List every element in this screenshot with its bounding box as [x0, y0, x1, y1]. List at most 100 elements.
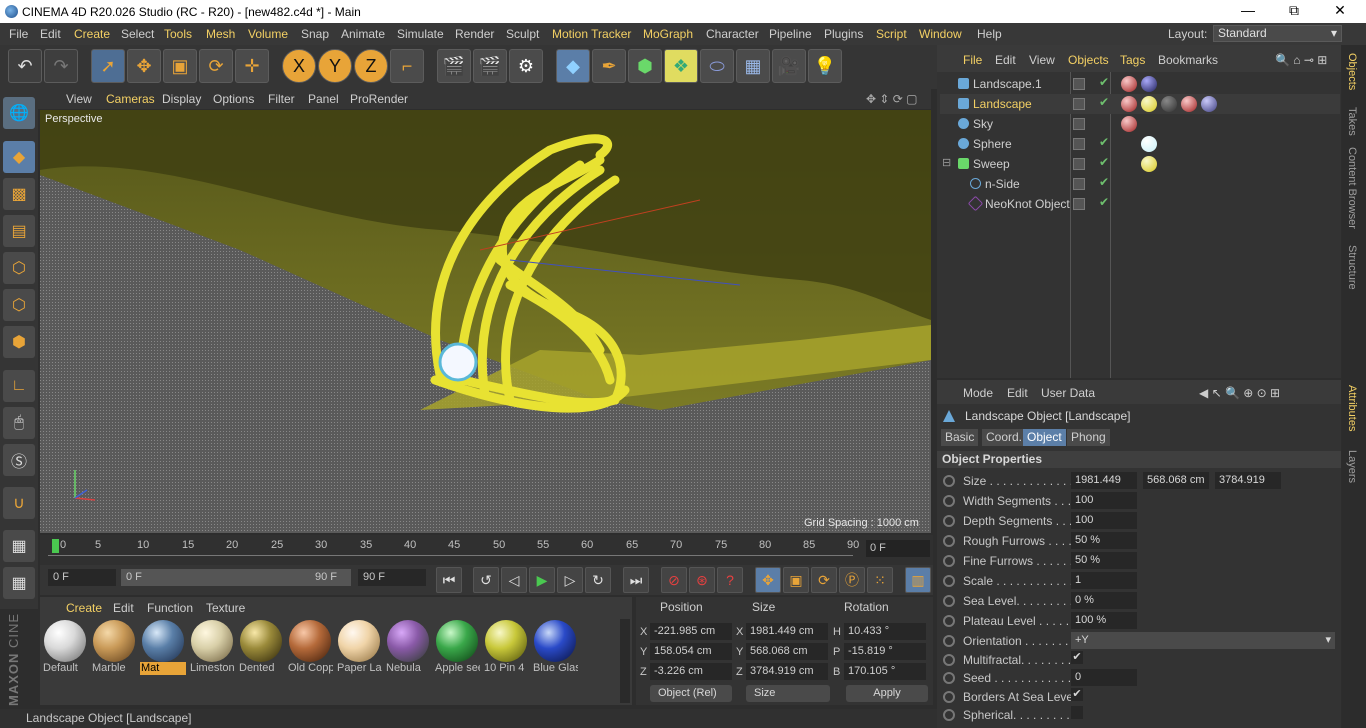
- animation-radio-icon[interactable]: [943, 615, 955, 627]
- object-row-landscape-1[interactable]: Landscape.1 ✔: [940, 74, 1340, 94]
- position-y-field[interactable]: 158.054 cm: [650, 643, 732, 660]
- next-frame-icon[interactable]: ▷: [557, 567, 583, 593]
- edges-mode-icon[interactable]: ⬡: [3, 289, 35, 321]
- position-x-field[interactable]: -221.985 cm: [650, 623, 732, 640]
- tab-coord[interactable]: Coord.: [982, 429, 1027, 446]
- size-x-field[interactable]: 1981.449 cm: [746, 623, 828, 640]
- enabled-check-icon[interactable]: ✔: [1099, 135, 1109, 149]
- orientation-dropdown[interactable]: +Y ▾: [1071, 632, 1335, 649]
- size-y-field[interactable]: 568.068 cm: [746, 643, 828, 660]
- coordinate-mode-dropdown[interactable]: Object (Rel): [650, 685, 732, 702]
- menu-simulate[interactable]: Simulate: [397, 27, 444, 41]
- snap-icon[interactable]: Ⓢ: [3, 444, 35, 476]
- menu-pipeline[interactable]: Pipeline: [769, 27, 812, 41]
- material-menu-create[interactable]: Create: [66, 601, 102, 615]
- pen-icon[interactable]: ✒: [592, 49, 626, 83]
- material-swatch[interactable]: Mat: [140, 620, 186, 680]
- animation-radio-icon[interactable]: [943, 691, 955, 703]
- rotation-h-field[interactable]: 10.433 °: [844, 623, 926, 640]
- render-view-icon[interactable]: 🎬: [437, 49, 471, 83]
- menu-help[interactable]: Help: [977, 27, 1002, 41]
- material-tag-icon[interactable]: [1201, 96, 1217, 112]
- array-icon[interactable]: ❖: [664, 49, 698, 83]
- key-scale-icon[interactable]: ▣: [783, 567, 809, 593]
- object-row-sweep[interactable]: ⊟ Sweep ✔: [940, 154, 1340, 174]
- light-icon[interactable]: 💡: [808, 49, 842, 83]
- polygons-mode-icon[interactable]: ⬢: [3, 326, 35, 358]
- cube-icon[interactable]: ◆: [556, 49, 590, 83]
- workplane-lock-icon[interactable]: ▦: [3, 530, 35, 562]
- size-mode-dropdown[interactable]: Size: [746, 685, 830, 702]
- menu-animate[interactable]: Animate: [341, 27, 385, 41]
- timeline-window-icon[interactable]: ▥: [905, 567, 931, 593]
- menu-snap[interactable]: Snap: [301, 27, 329, 41]
- material-swatch[interactable]: Marble: [91, 620, 137, 680]
- animation-radio-icon[interactable]: [943, 672, 955, 684]
- attribute-menu-user-data[interactable]: User Data: [1041, 386, 1095, 400]
- layer-flag-icon[interactable]: [1073, 78, 1085, 90]
- material-tag-icon[interactable]: [1121, 76, 1137, 92]
- previous-key-icon[interactable]: ↺: [473, 567, 499, 593]
- y-axis-icon[interactable]: Y: [318, 49, 352, 83]
- frame-range-slider[interactable]: 0 F 90 F: [121, 569, 351, 586]
- menu-motion-tracker[interactable]: Motion Tracker: [552, 27, 631, 41]
- menu-tools[interactable]: Tools: [164, 27, 192, 41]
- keyframe-selection-icon[interactable]: ?: [717, 567, 743, 593]
- next-key-icon[interactable]: ↻: [585, 567, 611, 593]
- material-menu-texture[interactable]: Texture: [206, 601, 245, 615]
- scale-input[interactable]: 1: [1071, 572, 1137, 589]
- rough-furrows-input[interactable]: 50 %: [1071, 532, 1137, 549]
- floor-icon[interactable]: ▦: [736, 49, 770, 83]
- attribute-menu-edit[interactable]: Edit: [1007, 386, 1028, 400]
- play-icon[interactable]: ▶: [529, 567, 555, 593]
- material-tag-icon[interactable]: [1181, 96, 1197, 112]
- animation-radio-icon[interactable]: [943, 495, 955, 507]
- scale-icon[interactable]: ▣: [163, 49, 197, 83]
- viewport-menu-cameras[interactable]: Cameras: [106, 92, 155, 106]
- side-tab-objects[interactable]: Objects: [1346, 53, 1358, 90]
- side-tab-attributes[interactable]: Attributes: [1346, 385, 1358, 431]
- viewport-nav-icons[interactable]: ✥ ⇕ ⟳ ▢: [866, 92, 918, 106]
- camera-icon[interactable]: 🎥: [772, 49, 806, 83]
- end-frame-field[interactable]: 90 F: [358, 569, 426, 586]
- viewport-menu-panel[interactable]: Panel: [308, 92, 339, 106]
- material-swatch[interactable]: 10 Pin 4: [483, 620, 529, 680]
- sea-level-input[interactable]: 0 %: [1071, 592, 1137, 609]
- menu-create[interactable]: Create: [74, 27, 110, 41]
- material-swatch[interactable]: Paper Lamp: [336, 620, 382, 680]
- material-swatch[interactable]: Limestone: [189, 620, 235, 680]
- material-swatch[interactable]: Blue Glass: [532, 620, 578, 680]
- layer-flag-icon[interactable]: [1073, 138, 1085, 150]
- menu-mograph[interactable]: MoGraph: [643, 27, 693, 41]
- animation-radio-icon[interactable]: [943, 515, 955, 527]
- spherical-checkbox[interactable]: [1071, 706, 1083, 719]
- current-frame-field[interactable]: 0 F: [866, 540, 930, 557]
- points-mode-icon[interactable]: ⬡: [3, 252, 35, 284]
- key-position-icon[interactable]: ✥: [755, 567, 781, 593]
- size-x-input[interactable]: 1981.449: [1071, 472, 1137, 489]
- menu-select[interactable]: Select: [121, 27, 154, 41]
- object-menu-edit[interactable]: Edit: [995, 53, 1016, 67]
- side-tab-content-browser[interactable]: Content Browser: [1346, 147, 1358, 229]
- make-editable-icon[interactable]: 🌐: [3, 97, 35, 129]
- material-swatch[interactable]: Nebula: [385, 620, 431, 680]
- layer-flag-icon[interactable]: [1073, 98, 1085, 110]
- restore-button[interactable]: ⧉: [1274, 2, 1314, 20]
- material-tag-icon[interactable]: [1141, 96, 1157, 112]
- animation-radio-icon[interactable]: [943, 595, 955, 607]
- rotation-b-field[interactable]: 170.105 °: [844, 663, 926, 680]
- side-tab-layers[interactable]: Layers: [1346, 450, 1358, 483]
- enabled-check-icon[interactable]: ✔: [1099, 175, 1109, 189]
- object-menu-tags[interactable]: Tags: [1120, 53, 1145, 67]
- object-menu-objects[interactable]: Objects: [1068, 53, 1109, 67]
- record-active-icon[interactable]: ⊘: [661, 567, 687, 593]
- perspective-viewport[interactable]: Perspective Grid Spacing : 1000 cm: [40, 110, 931, 533]
- viewport-menu-prorender[interactable]: ProRender: [350, 92, 408, 106]
- edit-render-settings-icon[interactable]: ⚙: [509, 49, 543, 83]
- object-manager-nav-icons[interactable]: 🔍 ⌂ ⊸ ⊞: [1275, 53, 1327, 67]
- render-to-picture-viewer-icon[interactable]: 🎬: [473, 49, 507, 83]
- workplane-mode-icon[interactable]: ▤: [3, 215, 35, 247]
- layer-flag-icon[interactable]: [1073, 178, 1085, 190]
- enabled-check-icon[interactable]: ✔: [1099, 195, 1109, 209]
- rotate-icon[interactable]: ⟳: [199, 49, 233, 83]
